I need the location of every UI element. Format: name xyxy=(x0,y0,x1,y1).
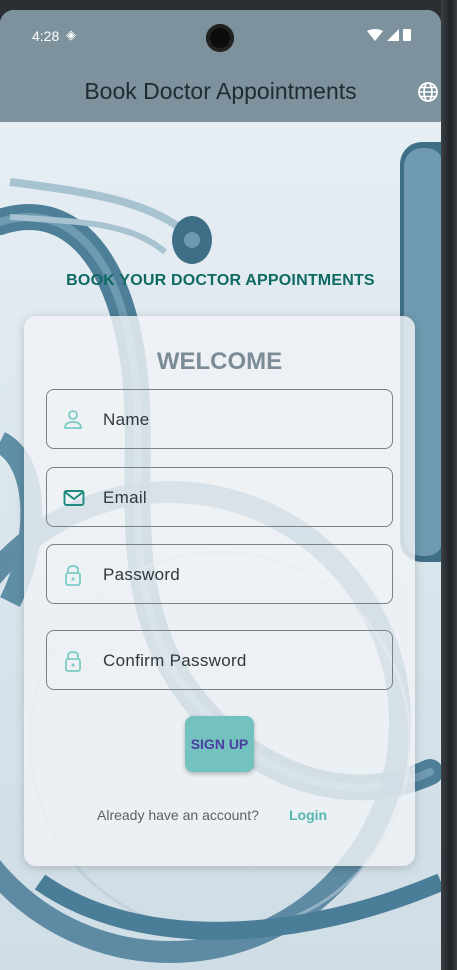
app-bar: 4:28 ◈ Book Doctor Appointments xyxy=(0,10,441,122)
password-field[interactable]: Password xyxy=(46,544,393,604)
battery-icon xyxy=(403,29,411,41)
lock-icon xyxy=(65,651,81,672)
account-prompt: Already have an account? xyxy=(97,807,259,823)
status-bar: 4:28 ◈ xyxy=(0,10,441,56)
signup-card: WELCOME Name Email Password Confirm Pass… xyxy=(24,316,415,866)
name-placeholder: Name xyxy=(103,410,150,429)
tagline: BOOK YOUR DOCTOR APPOINTMENTS xyxy=(66,272,375,289)
wifi-icon xyxy=(367,28,383,41)
front-camera xyxy=(206,24,234,52)
name-field[interactable]: Name xyxy=(46,389,393,449)
page-title: Book Doctor Appointments xyxy=(84,78,357,104)
globe-icon[interactable] xyxy=(417,81,439,103)
person-icon xyxy=(64,410,82,429)
system-icons xyxy=(367,28,411,41)
data-saver-icon: ◈ xyxy=(66,27,76,42)
password-placeholder: Password xyxy=(103,565,181,584)
welcome-heading: WELCOME xyxy=(156,348,283,375)
email-field[interactable]: Email xyxy=(46,467,393,527)
device-frame: 4:28 ◈ Book Doctor Appointments BOOK YOU… xyxy=(0,0,457,970)
confirm-password-placeholder: Confirm Password xyxy=(103,651,247,670)
confirm-password-field[interactable]: Confirm Password xyxy=(46,630,393,690)
app-screen: 4:28 ◈ Book Doctor Appointments BOOK YOU… xyxy=(0,10,441,970)
email-placeholder: Email xyxy=(103,488,148,507)
login-link[interactable]: Login xyxy=(289,807,327,823)
signal-icon xyxy=(387,28,399,41)
sign-up-button[interactable]: SIGN UP xyxy=(185,716,254,772)
device-bezel xyxy=(441,0,457,970)
status-time: 4:28 xyxy=(32,28,60,44)
lock-icon xyxy=(65,565,81,586)
mail-icon xyxy=(63,490,85,506)
